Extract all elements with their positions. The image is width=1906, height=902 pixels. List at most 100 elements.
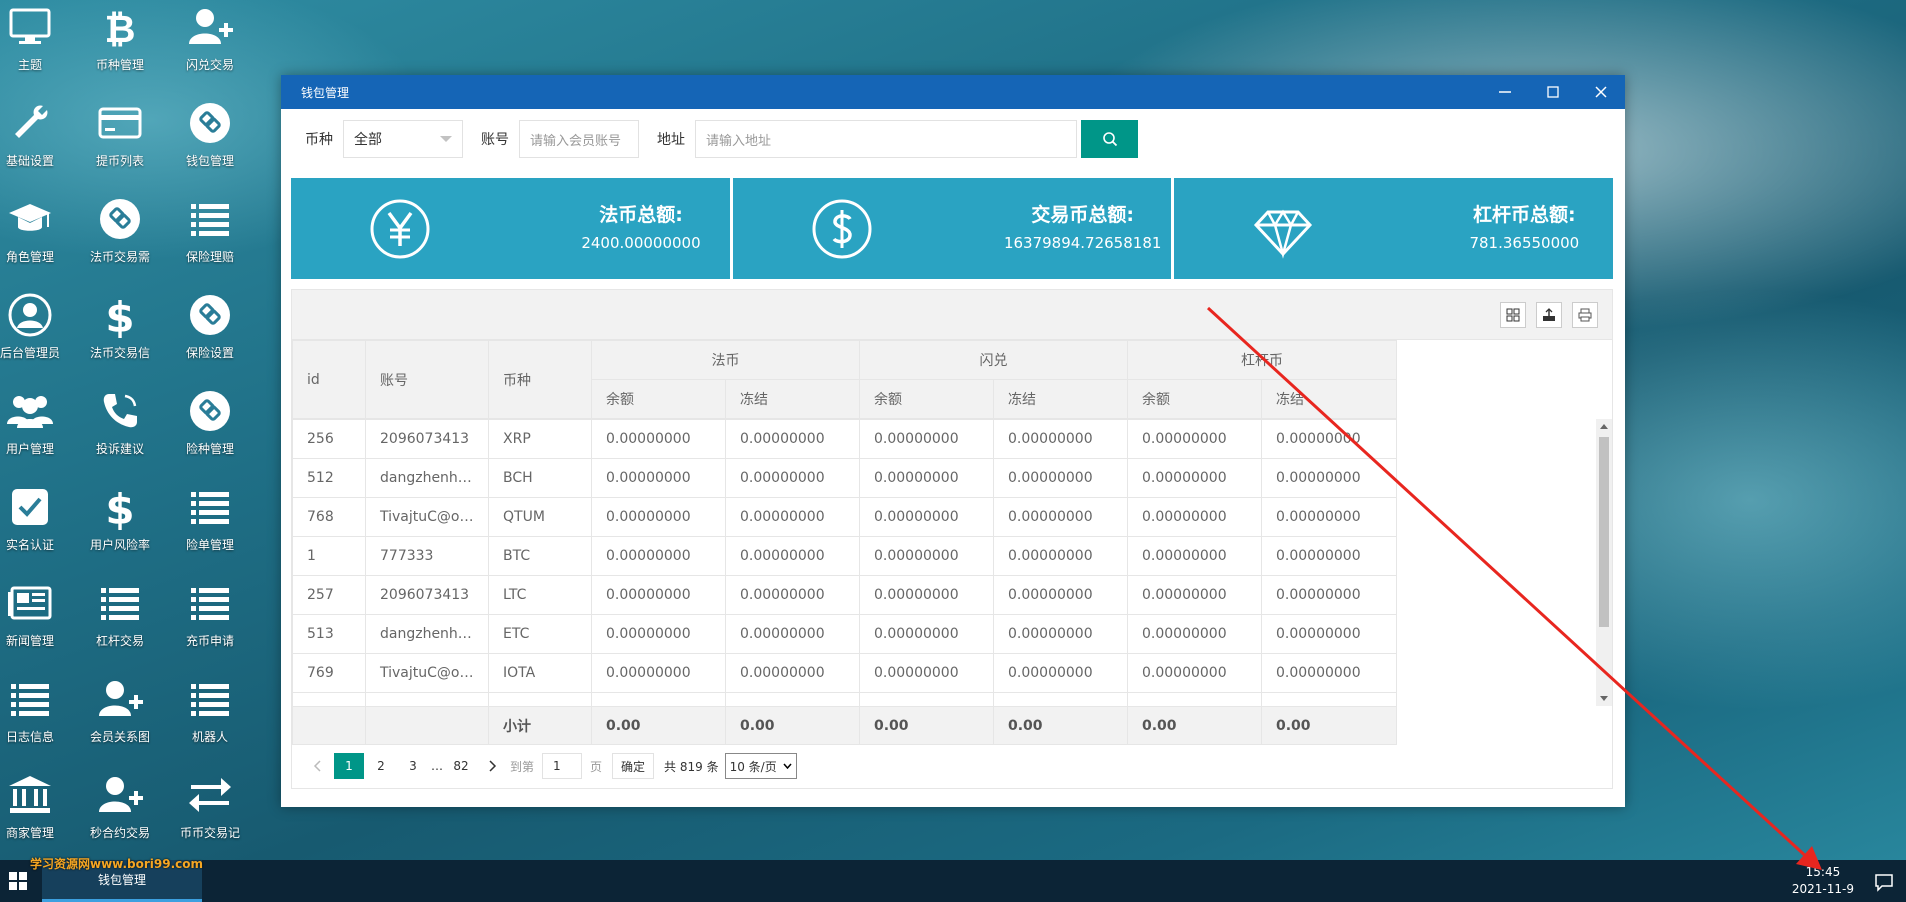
desktop-shortcut[interactable]: $ 用户风险率 <box>75 480 165 570</box>
desktop-shortcut[interactable]: 保险理赔 <box>165 192 255 282</box>
notification-icon[interactable] <box>1874 872 1894 892</box>
phone-icon <box>75 388 165 438</box>
table-row[interactable]: 512 dangzhenh… BCH 0.00000000 0.00000000 0.00… <box>292 458 1397 498</box>
column-header-fiat-balance[interactable]: 余额 <box>591 379 726 419</box>
page-button-2[interactable]: 2 <box>366 753 396 779</box>
column-header-account[interactable]: 账号 <box>365 340 489 419</box>
desktop-shortcut[interactable]: 用户管理 <box>0 384 75 474</box>
credit-card-icon <box>75 100 165 150</box>
list-icon <box>165 484 255 534</box>
prev-page-button[interactable] <box>302 753 332 779</box>
cell-id: 513 <box>292 614 366 654</box>
window-title: 钱包管理 <box>301 85 350 100</box>
desktop-shortcut[interactable]: 险种管理 <box>165 384 255 474</box>
coin-select[interactable]: 全部 <box>343 120 463 158</box>
summary-cards: 法币总额: 2400.00000000 交易币总额: 16379894.7265… <box>291 178 1614 279</box>
next-page-button[interactable] <box>478 753 508 779</box>
columns-icon <box>1506 308 1520 322</box>
desktop-shortcut[interactable]: 角色管理 <box>0 192 75 282</box>
column-filter-button[interactable] <box>1500 302 1526 328</box>
table-row[interactable]: 1 777333 BTC 0.00000000 0.00000000 0.00000000… <box>292 536 1397 576</box>
column-header-fiat-frozen[interactable]: 冻结 <box>725 379 860 419</box>
lever-coin-total-card: 杠杆币总额: 781.36550000 <box>1174 178 1614 279</box>
lever-coin-total-title: 杠杆币总额: <box>1473 204 1576 226</box>
desktop-shortcut[interactable]: 杠杆交易 <box>75 576 165 666</box>
dollar-icon: $ <box>75 292 165 342</box>
desktop-shortcut[interactable]: 实名认证 <box>0 480 75 570</box>
page-size-select[interactable]: 10 条/页 <box>724 753 797 779</box>
scroll-down-icon[interactable] <box>1600 696 1608 701</box>
cell-account: 2096073413 <box>365 419 489 459</box>
table-row[interactable]: 256 2096073413 XRP 0.00000000 0.00000000 0.00… <box>292 419 1397 459</box>
desktop-shortcut[interactable]: 法币交易需 <box>75 192 165 282</box>
desktop-shortcut[interactable]: ₿ 币种管理 <box>75 0 165 90</box>
cell-fiat-frozen: 0.00000000 <box>725 497 860 537</box>
desktop-shortcut[interactable]: 秒合约交易 <box>75 768 165 858</box>
desktop-shortcut[interactable]: 钱包管理 <box>165 96 255 186</box>
minimize-button[interactable] <box>1481 75 1529 109</box>
desktop-shortcut[interactable]: 商家管理 <box>0 768 75 858</box>
scrollbar-thumb[interactable] <box>1599 437 1609 627</box>
fiat-total-title: 法币总额: <box>599 204 683 226</box>
column-header-lever-balance[interactable]: 余额 <box>1127 379 1262 419</box>
cell-lever-balance: 0.00000000 <box>1127 419 1262 459</box>
page-button-3[interactable]: 3 <box>398 753 428 779</box>
column-header-id[interactable]: id <box>292 340 366 419</box>
desktop-shortcut[interactable]: 保险设置 <box>165 288 255 378</box>
desktop-shortcut[interactable]: 机器人 <box>165 672 255 762</box>
cell-id: 1 <box>292 536 366 576</box>
page-button-last[interactable]: 82 <box>446 753 476 779</box>
chevron-down-icon <box>783 763 792 769</box>
account-input[interactable]: 请输入会员账号 <box>519 120 639 158</box>
column-header-coin[interactable]: 币种 <box>488 340 592 419</box>
table-row[interactable]: 769 TivajtuC@o… IOTA 0.00000000 0.00000000 0.… <box>292 653 1397 693</box>
desktop-shortcut-label: 主题 <box>17 58 42 72</box>
desktop-shortcut[interactable]: 基础设置 <box>0 96 75 186</box>
close-button[interactable] <box>1577 75 1625 109</box>
cell-account: 777333 <box>365 536 489 576</box>
page-unit-label: 页 <box>590 759 603 774</box>
windows-start-icon[interactable] <box>8 871 28 891</box>
scroll-up-icon[interactable] <box>1600 424 1608 429</box>
cell-flash-balance: 0.00000000 <box>859 419 994 459</box>
export-button[interactable] <box>1536 302 1562 328</box>
user-plus-icon <box>75 772 165 822</box>
maximize-button[interactable] <box>1529 75 1577 109</box>
diamond-icon <box>1254 209 1313 259</box>
table-row[interactable]: 768 TivajtuC@o… QTUM 0.00000000 0.00000000 0.… <box>292 497 1397 537</box>
desktop-shortcut[interactable]: 会员关系图 <box>75 672 165 762</box>
link-circle-icon <box>165 100 255 150</box>
desktop-shortcut[interactable]: 投诉建议 <box>75 384 165 474</box>
cell-coin: BCH <box>488 458 592 498</box>
table-row[interactable]: 257 2096073413 LTC 0.00000000 0.00000000 0.00… <box>292 575 1397 615</box>
column-header-flash-balance[interactable]: 余额 <box>859 379 994 419</box>
system-clock[interactable]: 15:45 2021-11-9 <box>1792 864 1854 898</box>
desktop-shortcut[interactable]: 后台管理员 <box>0 288 75 378</box>
link-circle-icon <box>75 196 165 246</box>
desktop-shortcut[interactable]: 主题 <box>0 0 75 90</box>
goto-confirm-button[interactable]: 确定 <box>612 753 655 779</box>
desktop-shortcut[interactable]: 险单管理 <box>165 480 255 570</box>
desktop-shortcut[interactable]: 充币申请 <box>165 576 255 666</box>
totals-cell-empty <box>365 706 489 745</box>
desktop-shortcut[interactable]: 提币列表 <box>75 96 165 186</box>
table-body-scroll[interactable]: 256 2096073413 XRP 0.00000000 0.00000000 0.00… <box>292 419 1612 706</box>
column-header-lever-frozen[interactable]: 冻结 <box>1261 379 1397 419</box>
print-button[interactable] <box>1572 302 1598 328</box>
totals-lever-balance: 0.00 <box>1127 706 1262 745</box>
table-scrollbar[interactable] <box>1596 419 1612 706</box>
table-row[interactable]: 513 dangzhenh… ETC 0.00000000 0.00000000 0.00… <box>292 614 1397 654</box>
desktop-shortcut[interactable]: 币币交易记 <box>165 768 255 858</box>
cell-lever-frozen: 0.00000000 <box>1261 614 1397 654</box>
cell-lever-balance: 0.00000000 <box>1127 614 1262 654</box>
search-button[interactable] <box>1081 120 1138 158</box>
address-input[interactable]: 请输入地址 <box>695 120 1077 158</box>
desktop-shortcut[interactable]: 闪兑交易 <box>165 0 255 90</box>
window-titlebar[interactable]: 钱包管理 <box>281 75 1625 109</box>
page-button-1[interactable]: 1 <box>334 753 364 779</box>
desktop-shortcut[interactable]: 日志信息 <box>0 672 75 762</box>
column-header-flash-frozen[interactable]: 冻结 <box>993 379 1128 419</box>
desktop-shortcut[interactable]: $ 法币交易信 <box>75 288 165 378</box>
desktop-shortcut[interactable]: 新闻管理 <box>0 576 75 666</box>
goto-page-input[interactable]: 1 <box>542 753 583 779</box>
